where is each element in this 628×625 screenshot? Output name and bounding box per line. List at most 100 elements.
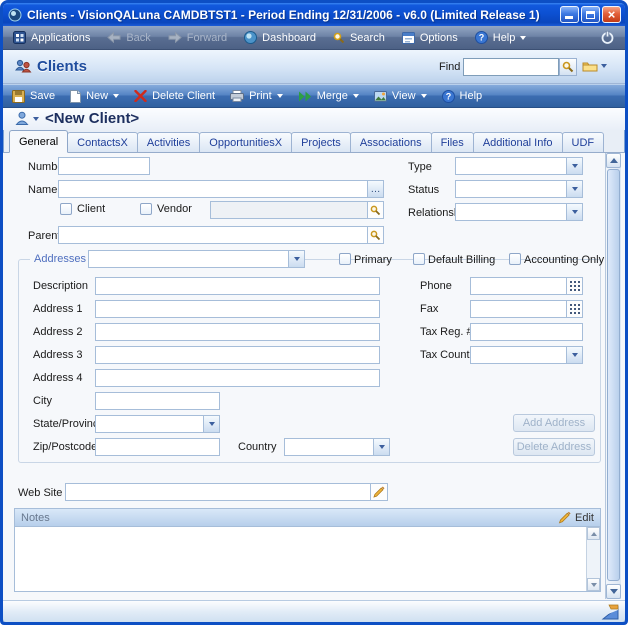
chevron-down-icon[interactable] (113, 94, 119, 98)
menubar-item-options[interactable]: Options (402, 32, 458, 44)
state-province-label: State/Province (33, 418, 105, 430)
notes-scrollbar[interactable] (586, 527, 600, 591)
chevron-down-icon[interactable] (203, 416, 219, 432)
window-title: Clients - VisionQALuna CAMDBTST1 - Perio… (27, 8, 540, 22)
tab-contactsx[interactable]: ContactsX (67, 132, 138, 153)
scroll-down-icon[interactable] (587, 578, 600, 591)
module-header: Clients Find (3, 50, 625, 84)
menubar-item-back[interactable]: Back (107, 32, 150, 44)
printer-icon (230, 90, 244, 102)
parent-input[interactable] (58, 226, 384, 244)
primary-checkbox[interactable] (339, 253, 351, 265)
accounting-only-label: Accounting Only (524, 254, 604, 266)
view-button[interactable]: View (374, 90, 427, 102)
minimize-button[interactable] (560, 6, 579, 23)
add-address-button[interactable]: Add Address (513, 414, 595, 432)
accounting-only-checkbox[interactable] (509, 253, 521, 265)
scroll-down-icon[interactable] (606, 584, 621, 599)
tax-country-select[interactable] (470, 346, 583, 364)
pencil-icon (373, 486, 385, 498)
chevron-down-icon[interactable] (353, 94, 359, 98)
city-input[interactable] (95, 392, 220, 410)
chevron-down-icon[interactable] (566, 181, 582, 197)
address3-input[interactable] (95, 346, 380, 364)
default-billing-checkbox[interactable] (413, 253, 425, 265)
chevron-down-icon[interactable] (288, 251, 304, 267)
notes-edit-button[interactable]: Edit (558, 511, 594, 524)
page-scrollbar[interactable] (605, 153, 621, 599)
chevron-down-icon[interactable] (566, 347, 582, 363)
tab-activities[interactable]: Activities (137, 132, 200, 153)
tab-associations[interactable]: Associations (350, 132, 432, 153)
merge-icon (298, 91, 312, 102)
vendor-checkbox[interactable] (140, 203, 152, 215)
tab-projects[interactable]: Projects (291, 132, 351, 153)
save-button[interactable]: Save (12, 90, 55, 103)
menubar-item-forward[interactable]: Forward (168, 32, 227, 44)
address2-input[interactable] (95, 323, 380, 341)
website-input[interactable] (65, 483, 371, 501)
address4-input[interactable] (95, 369, 380, 387)
menubar-item-search[interactable]: Search (333, 32, 385, 44)
fax-format-button[interactable] (566, 301, 582, 317)
tax-reg-input[interactable] (470, 323, 583, 341)
delete-client-button[interactable]: Delete Client (134, 90, 215, 102)
chevron-down-icon[interactable] (33, 117, 39, 121)
tab-udf[interactable]: UDF (562, 132, 605, 153)
tab-files[interactable]: Files (431, 132, 474, 153)
fax-input[interactable] (470, 300, 583, 318)
notes-section: Notes Edit (14, 508, 601, 592)
name-input[interactable] (58, 180, 368, 198)
scrollbar-thumb[interactable] (607, 169, 620, 581)
vendor-lookup-button[interactable] (367, 202, 383, 218)
number-input[interactable] (58, 157, 150, 175)
tab-additional-info[interactable]: Additional Info (473, 132, 563, 153)
relationship-select[interactable] (455, 203, 583, 221)
chevron-down-icon[interactable] (421, 94, 427, 98)
chevron-down-icon[interactable] (373, 439, 389, 455)
menubar-item-dashboard[interactable]: Dashboard (244, 31, 316, 44)
country-select[interactable] (284, 438, 390, 456)
close-button[interactable]: × (602, 6, 621, 23)
menubar-item-applications[interactable]: Applications (13, 31, 90, 44)
chevron-down-icon[interactable] (566, 158, 582, 174)
power-button[interactable] (600, 30, 615, 45)
state-province-select[interactable] (95, 415, 220, 433)
find-input[interactable] (463, 58, 559, 76)
print-label: Print (249, 90, 272, 102)
description-input[interactable] (95, 277, 380, 295)
parent-lookup-button[interactable] (367, 227, 383, 243)
vendor-lookup-input[interactable] (210, 201, 384, 219)
phone-input[interactable] (470, 277, 583, 295)
tab-general[interactable]: General (9, 130, 68, 153)
phone-format-button[interactable] (566, 278, 582, 294)
chevron-down-icon[interactable] (566, 204, 582, 220)
address1-input[interactable] (95, 300, 380, 318)
power-icon (600, 30, 615, 45)
page-fold-icon[interactable] (601, 604, 619, 620)
zip-postcode-input[interactable] (95, 438, 220, 456)
notes-content[interactable] (15, 527, 600, 591)
merge-button[interactable]: Merge (298, 90, 359, 102)
chevron-down-icon[interactable] (277, 94, 283, 98)
scroll-up-icon[interactable] (587, 527, 600, 540)
new-button[interactable]: New (70, 90, 119, 103)
delete-address-button[interactable]: Delete Address (513, 438, 595, 456)
client-checkbox[interactable] (60, 203, 72, 215)
new-label: New (86, 90, 108, 102)
help-button[interactable]: ? Help (442, 90, 483, 103)
saved-searches-button[interactable] (582, 60, 607, 72)
maximize-button[interactable] (581, 6, 600, 23)
scroll-up-icon[interactable] (606, 153, 621, 168)
addresses-select[interactable] (88, 250, 305, 268)
menubar-item-help[interactable]: ? Help (475, 31, 527, 44)
type-select[interactable] (455, 157, 583, 175)
client-person-icon[interactable] (15, 111, 30, 126)
name-ellipsis-button[interactable]: … (367, 180, 384, 198)
find-search-button[interactable] (559, 58, 577, 76)
website-edit-button[interactable] (370, 483, 388, 501)
status-select[interactable] (455, 180, 583, 198)
tab-opportunitiesx[interactable]: OpportunitiesX (199, 132, 292, 153)
print-button[interactable]: Print (230, 90, 283, 102)
title-bar[interactable]: Clients - VisionQALuna CAMDBTST1 - Perio… (3, 3, 625, 26)
